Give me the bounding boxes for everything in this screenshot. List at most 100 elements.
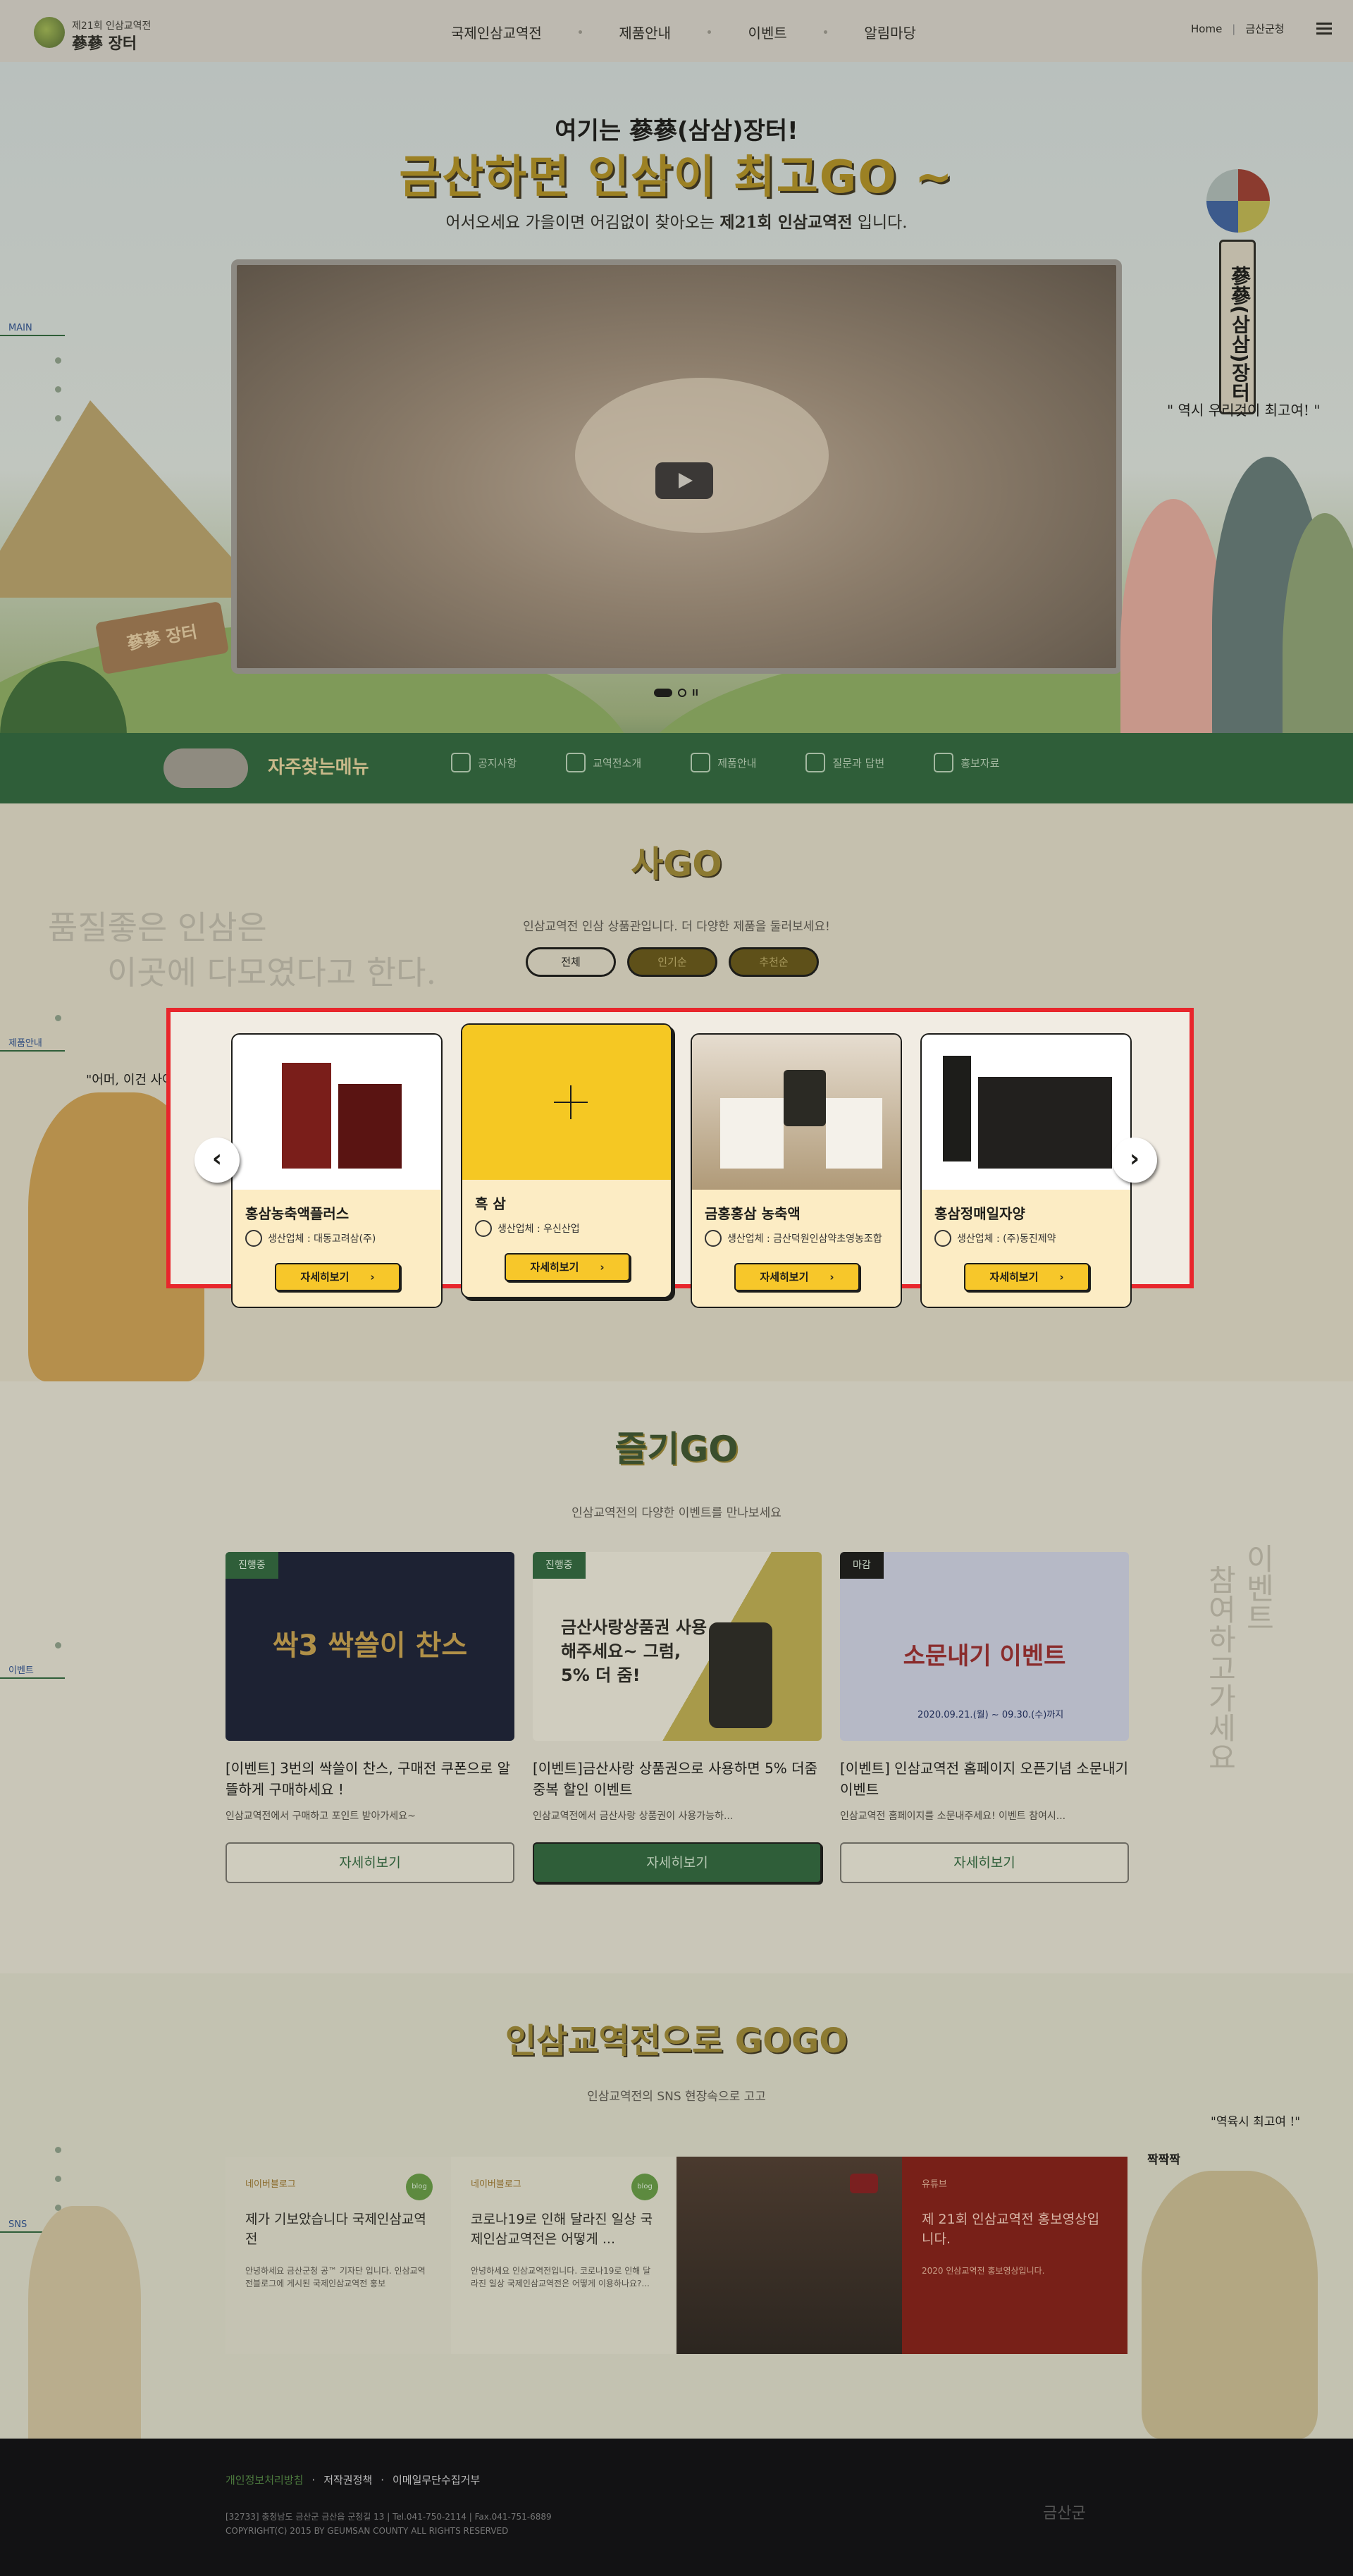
sns-section-title: 인삼교역전으로 GOGO bbox=[505, 2021, 848, 2061]
event-image: 진행중 금산사랑상품권 사용해주세요~ 그럼, 5% 더 줌! bbox=[533, 1552, 822, 1741]
book-icon bbox=[934, 753, 954, 772]
document-icon bbox=[451, 753, 471, 772]
side-nav-dot[interactable] bbox=[55, 357, 61, 364]
email-refusal-link[interactable]: 이메일무단수집거부 bbox=[393, 2472, 480, 2487]
carousel-prev-button[interactable]: ‹ bbox=[194, 1138, 240, 1183]
slide-dot-active[interactable] bbox=[654, 689, 672, 697]
details-button[interactable]: 자세히보기 › bbox=[964, 1263, 1089, 1291]
promo-video[interactable] bbox=[231, 259, 1122, 674]
ginseng-root-image bbox=[575, 378, 829, 533]
event-image-text: 싹3 싹쓸이 찬스 bbox=[272, 1629, 468, 1662]
slide-dot[interactable] bbox=[678, 689, 686, 697]
hero-subtitle-post: 입니다. bbox=[852, 214, 908, 232]
event-details-button[interactable]: 자세히보기 bbox=[840, 1842, 1129, 1883]
side-nav-dots bbox=[55, 1015, 70, 1021]
side-nav-dots bbox=[55, 1642, 70, 1648]
side-nav-label[interactable]: MAIN bbox=[8, 323, 70, 333]
events-section: 즐기GO 인삼교역전의 다양한 이벤트를 만나보세요 이벤트 이벤트 참여하고가… bbox=[0, 1381, 1353, 1973]
footer-county-logo: 금산군 bbox=[1043, 2505, 1086, 2522]
event-details-button[interactable]: 자세히보기 bbox=[226, 1842, 514, 1883]
plus-icon[interactable] bbox=[554, 1085, 588, 1119]
chevron-right-icon: › bbox=[1059, 1271, 1064, 1283]
home-link[interactable]: Home bbox=[1191, 23, 1222, 35]
side-nav-dot[interactable] bbox=[55, 2176, 61, 2182]
sns-type: 네이버블로그 bbox=[245, 2179, 296, 2190]
quick-item-products[interactable]: 제품안내 bbox=[691, 753, 756, 772]
side-nav-dot[interactable] bbox=[55, 415, 61, 421]
product-box-shape bbox=[282, 1063, 331, 1169]
details-button[interactable]: 자세히보기 › bbox=[505, 1253, 630, 1281]
product-box-shape bbox=[826, 1098, 882, 1169]
privacy-policy-link[interactable]: 개인정보처리방침 bbox=[226, 2472, 303, 2487]
nav-item-notice[interactable]: 알림마당 bbox=[864, 22, 916, 42]
play-icon[interactable] bbox=[655, 462, 713, 499]
util-separator: | bbox=[1232, 22, 1236, 35]
product-card[interactable]: 홍삼농축액플러스 생산업체 : 대동고려삼(주) 자세히보기 › bbox=[231, 1033, 443, 1308]
ginseng-icon bbox=[691, 753, 711, 772]
product-info: 금홍홍삼 농축액 생산업체 : 금산덕원인삼약초영농조합 자세히보기 › bbox=[692, 1190, 901, 1307]
jangteo-banner: 蔘蔘(삼삼)장터 bbox=[1194, 169, 1278, 423]
product-image bbox=[922, 1035, 1130, 1190]
nav-item-products[interactable]: 제품안내 bbox=[619, 22, 671, 42]
product-card[interactable]: 흑 삼 생산업체 : 우신산업 자세히보기 › bbox=[461, 1023, 672, 1298]
sns-card[interactable]: 네이버블로그 blog 제가 기보았습니다 국제인삼교역전 안녕하세요 금산군청… bbox=[226, 2157, 451, 2354]
details-button[interactable]: 자세히보기 › bbox=[275, 1263, 400, 1291]
event-card[interactable]: 진행중 금산사랑상품권 사용해주세요~ 그럼, 5% 더 줌! [이벤트]금산사… bbox=[533, 1552, 822, 1883]
tab-popular[interactable]: 인기순 bbox=[627, 947, 717, 977]
product-maker-text: 생산업체 : (주)동진제약 bbox=[957, 1233, 1056, 1245]
quick-item-label: 교역전소개 bbox=[593, 756, 642, 770]
nav-item-expo[interactable]: 국제인삼교역전 bbox=[451, 22, 542, 42]
pause-icon[interactable]: II bbox=[692, 688, 698, 698]
nav-item-events[interactable]: 이벤트 bbox=[748, 22, 787, 42]
quick-menu-list: 공지사항 교역전소개 제품안내 질문과 답변 홍보자료 bbox=[451, 753, 999, 772]
sns-title: 제 21회 인삼교역전 홍보영상입니다. bbox=[922, 2212, 1100, 2247]
quick-item-notice[interactable]: 공지사항 bbox=[451, 753, 517, 772]
product-box-shape bbox=[943, 1056, 971, 1161]
quick-item-qna[interactable]: 질문과 답변 bbox=[805, 753, 884, 772]
side-nav-dot[interactable] bbox=[55, 386, 61, 393]
county-link[interactable]: 금산군청 bbox=[1245, 21, 1284, 36]
side-nav-dot[interactable] bbox=[55, 1015, 61, 1021]
ginseng-plant-illustration bbox=[28, 2206, 141, 2439]
quick-menu-title: 자주찾는메뉴 bbox=[268, 757, 369, 778]
details-button[interactable]: 자세히보기 › bbox=[734, 1263, 860, 1291]
main-nav: 국제인삼교역전 제품안내 이벤트 알림마당 bbox=[451, 20, 916, 44]
product-maker: 생산업체 : (주)동진제약 bbox=[934, 1230, 1118, 1247]
product-maker: 생산업체 : 우신산업 bbox=[475, 1220, 658, 1237]
event-card[interactable]: 마감 소문내기 이벤트 2020.09.21.(월) ~ 09.30.(수)까지… bbox=[840, 1552, 1129, 1883]
carousel-next-button[interactable]: › bbox=[1112, 1138, 1157, 1183]
youtube-icon bbox=[850, 2174, 878, 2193]
sns-card[interactable]: 유튜브 제 21회 인삼교역전 홍보영상입니다. 2020 인삼교역전 홍보영상… bbox=[902, 2157, 1128, 2354]
sns-video-thumbnail[interactable] bbox=[676, 2157, 902, 2354]
tab-all[interactable]: 전체 bbox=[526, 947, 616, 977]
side-nav-dot[interactable] bbox=[55, 2147, 61, 2153]
jangteo-tag: 蔘蔘(삼삼)장터 bbox=[1219, 240, 1256, 414]
sns-card[interactable]: 네이버블로그 blog 코로나19로 인해 달라진 일상 국제인삼교역전은 어떻… bbox=[451, 2157, 676, 2354]
clap-text: 짝짝짝 bbox=[1147, 2153, 1180, 2167]
site-logo[interactable]: 제21회 인삼교역전 蔘蔘 장터 bbox=[34, 14, 175, 53]
character-quote: "역육시 최고여 !" bbox=[1211, 2115, 1301, 2129]
footer-separator: · bbox=[381, 2473, 384, 2486]
hamburger-menu-icon[interactable] bbox=[1316, 23, 1332, 35]
nav-separator bbox=[579, 30, 583, 34]
tab-recommended[interactable]: 추천순 bbox=[729, 947, 819, 977]
event-card[interactable]: 진행중 싹3 싹쓸이 찬스 [이벤트] 3번의 싹쓸이 찬스, 구매전 쿠폰으로… bbox=[226, 1552, 514, 1883]
product-image bbox=[462, 1025, 671, 1180]
side-nav-label[interactable]: 이벤트 bbox=[8, 1663, 70, 1676]
event-details-button[interactable]: 자세히보기 bbox=[533, 1842, 822, 1883]
product-filter-tabs: 전체 인기순 추천순 bbox=[526, 947, 819, 977]
side-nav-dot[interactable] bbox=[55, 1642, 61, 1648]
footer: 개인정보처리방침 · 저작권정책 · 이메일무단수집거부 [32733] 충청남… bbox=[0, 2439, 1353, 2576]
chevron-right-icon: › bbox=[829, 1271, 834, 1283]
hero-headline: 금산하면 인삼이 최고GO ~ bbox=[399, 152, 954, 204]
footer-address: [32733] 충청남도 금산군 금산읍 군청길 13 | Tel.041-75… bbox=[226, 2512, 552, 2522]
product-image bbox=[692, 1035, 901, 1190]
product-card[interactable]: 금홍홍삼 농축액 생산업체 : 금산덕원인삼약초영농조합 자세히보기 › bbox=[691, 1033, 902, 1308]
quick-item-pr[interactable]: 홍보자료 bbox=[934, 753, 999, 772]
product-card[interactable]: 홍삼정매일자양 생산업체 : (주)동진제약 자세히보기 › bbox=[920, 1033, 1132, 1308]
event-description: 인삼교역전 홈페이지를 소문내주세요! 이벤트 참여시... bbox=[840, 1811, 1066, 1822]
side-nav-label[interactable]: 제품안내 bbox=[8, 1035, 70, 1049]
quick-item-about[interactable]: 교역전소개 bbox=[566, 753, 641, 772]
copyright-policy-link[interactable]: 저작권정책 bbox=[323, 2472, 372, 2487]
side-nav-line bbox=[0, 1677, 65, 1679]
